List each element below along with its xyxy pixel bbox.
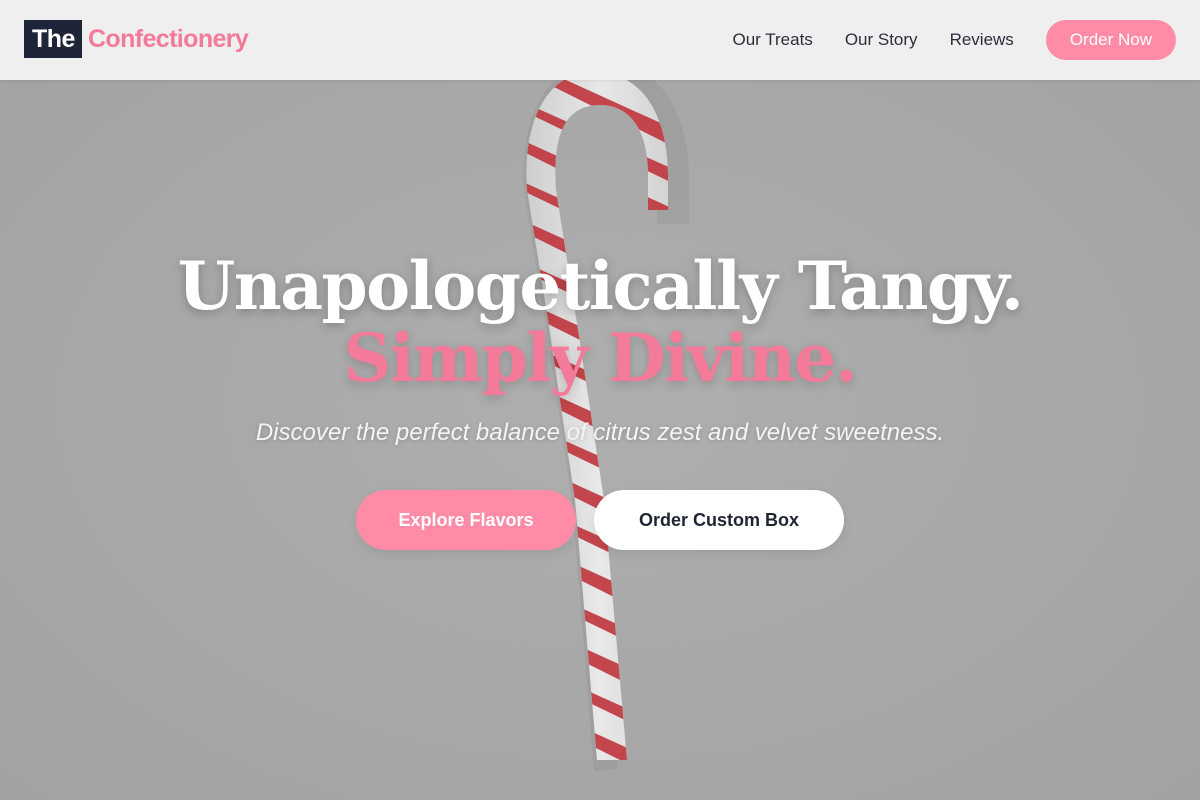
logo-box-text: The <box>24 20 82 58</box>
order-now-button[interactable]: Order Now <box>1045 20 1176 60</box>
nav-link-our-story[interactable]: Our Story <box>845 30 918 50</box>
nav-link-reviews[interactable]: Reviews <box>950 30 1014 50</box>
nav-link-our-treats[interactable]: Our Treats <box>733 30 813 50</box>
hero-buttons: Explore Flavors Order Custom Box <box>0 490 1200 550</box>
hero-tagline: Discover the perfect balance of citrus z… <box>255 419 945 446</box>
logo-name: Confectionery <box>87 24 249 53</box>
hero-headline-line1: Unapologetically Tangy. <box>177 247 1024 325</box>
order-custom-box-button[interactable]: Order Custom Box <box>594 490 844 550</box>
hero-section: Unapologetically Tangy. Simply Divine. D… <box>0 80 1200 800</box>
site-header: The Confectionery Our Treats Our Story R… <box>0 0 1200 80</box>
explore-flavors-button[interactable]: Explore Flavors <box>356 490 576 550</box>
main-nav: Our Treats Our Story Reviews Order Now <box>733 20 1176 60</box>
hero-headline-line2: Simply Divine. <box>343 319 858 397</box>
brand-logo[interactable]: The Confectionery <box>24 20 249 58</box>
